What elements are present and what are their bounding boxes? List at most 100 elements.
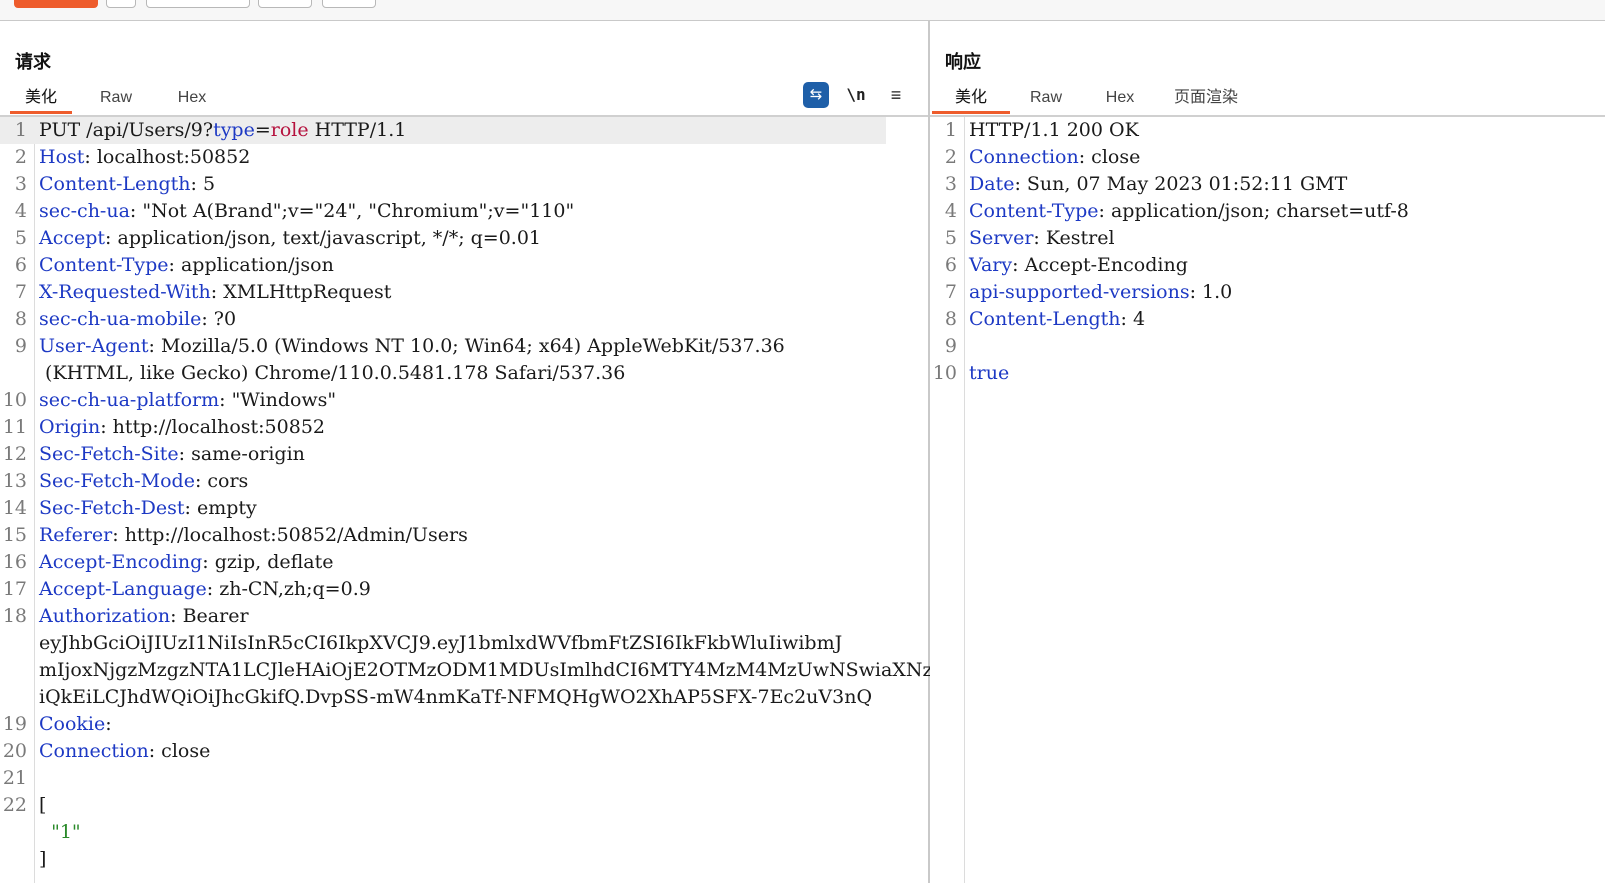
code-token: : http://localhost:50852/Admin/Users [112,524,468,546]
line-content: true [969,360,1009,387]
line-number: 5 [14,227,27,249]
line-number: 20 [2,740,27,762]
line-number: 15 [2,524,27,546]
code-line: 21 [0,765,928,792]
tab-render[interactable]: 页面渲染 [1166,83,1246,113]
line-content: Connection: close [39,738,210,765]
code-line: (KHTML, like Gecko) Chrome/110.0.5481.17… [0,360,928,387]
header-name: Referer [39,524,113,546]
line-number: 21 [2,767,27,789]
header-name: Server [969,227,1034,249]
code-token: : close [1078,146,1141,168]
code-token: : 1.0 [1189,281,1233,303]
line-number: 10 [932,362,957,384]
line-content: Vary: Accept-Encoding [969,252,1188,279]
code-line: 2 Connection: close [930,144,1605,171]
toolbar-button[interactable] [146,0,250,8]
code-token: (KHTML, like Gecko) Chrome/110.0.5481.17… [39,362,626,384]
code-line: "1" [0,819,928,846]
header-name: Content-Length [969,308,1121,330]
line-number: 11 [2,416,27,438]
line-number: 10 [2,389,27,411]
request-editor[interactable]: 1 PUT /api/Users/9?type=role HTTP/1.1 2 Hos… [0,117,957,883]
tab-raw[interactable]: Raw [1018,83,1074,113]
header-name: Sec-Fetch-Site [39,443,179,465]
settings-button[interactable] [106,0,136,8]
code-token: : http://localhost:50852 [100,416,325,438]
code-token: : 5 [190,173,216,195]
code-line: 5 Accept: application/json, text/javascri… [0,225,928,252]
header-name: Connection [39,740,149,762]
code-line: 9 User-Agent: Mozilla/5.0 (Windows NT 10.… [0,333,928,360]
line-number: 14 [2,497,27,519]
code-line: 7 X-Requested-With: XMLHttpRequest [0,279,928,306]
newline-icon[interactable]: \n [843,82,869,108]
header-name: Accept [39,227,106,249]
code-line: 8 sec-ch-ua-mobile: ?0 [0,306,928,333]
send-button[interactable] [14,0,98,8]
code-line: 2 Host: localhost:50852 [0,144,928,171]
tab-hex[interactable]: Hex [1092,83,1148,113]
line-content: Content-Length: 4 [969,306,1145,333]
code-line: 14 Sec-Fetch-Dest: empty [0,495,928,522]
line-content: Origin: http://localhost:50852 [39,414,325,441]
code-line: 18 Authorization: Bearer [0,603,928,630]
header-name: sec-ch-ua [39,200,130,222]
line-content: mIjoxNjgzMzgzNTA1LCJleHAiOjE2OTMzODM1MDU… [39,657,957,684]
line-content: HTTP/1.1 200 OK [969,117,1139,144]
header-name: Vary [969,254,1013,276]
line-number: 1 [14,119,27,141]
code-token: : empty [184,497,257,519]
line-content: Sec-Fetch-Dest: empty [39,495,257,522]
code-token: : application/json, text/javascript, */*… [105,227,542,249]
code-token: : same-origin [178,443,305,465]
code-line: iQkEiLCJhdWQiOiJhcGkifQ.DvpSS-mW4nmKaTf-… [0,684,928,711]
line-content: PUT /api/Users/9?type=role HTTP/1.1 [39,117,406,144]
code-line: 17 Accept-Language: zh-CN,zh;q=0.9 [0,576,928,603]
code-line: 12 Sec-Fetch-Site: same-origin [0,441,928,468]
line-content: Content-Type: application/json [39,252,334,279]
code-line: eyJhbGciOiJIUzI1NiIsInR5cCI6IkpXVCJ9.eyJ… [0,630,928,657]
line-number: 2 [14,146,27,168]
code-token: : Mozilla/5.0 (Windows NT 10.0; Win64; x… [148,335,785,357]
response-tabs: 美化 Raw Hex 页面渲染 [930,83,1605,117]
code-line: 4 sec-ch-ua: "Not A(Brand";v="24", "Chrom… [0,198,928,225]
line-number: 9 [944,335,957,357]
header-name: Content-Length [39,173,191,195]
line-number: 4 [944,200,957,222]
code-token: : Kestrel [1033,227,1115,249]
code-token: role [270,119,309,141]
header-name: Sec-Fetch-Mode [39,470,195,492]
line-content: Authorization: Bearer [39,603,249,630]
menu-icon[interactable]: ≡ [883,82,909,108]
line-content: [ [39,792,46,819]
code-token: eyJhbGciOiJIUzI1NiIsInR5cCI6IkpXVCJ9.eyJ… [39,632,843,654]
header-name: Cookie [39,713,106,735]
request-panel: 请求 美化 Raw Hex ⇆ \n ≡ 1 PUT /api/Users/9?t… [0,21,957,883]
line-content: eyJhbGciOiJIUzI1NiIsInR5cCI6IkpXVCJ9.eyJ… [39,630,842,657]
code-token: : cors [194,470,249,492]
back-button[interactable] [258,0,312,8]
code-token: [ [39,794,47,816]
line-content: Sec-Fetch-Mode: cors [39,468,248,495]
tab-hex[interactable]: Hex [164,83,220,113]
word-wrap-icon[interactable]: ⇆ [803,82,829,108]
code-line: mIjoxNjgzMzgzNTA1LCJleHAiOjE2OTMzODM1MDU… [0,657,957,684]
header-name: api-supported-versions [969,281,1190,303]
code-line: 11 Origin: http://localhost:50852 [0,414,928,441]
header-name: Connection [969,146,1079,168]
response-title: 响应 [945,52,981,72]
response-lines: 1 HTTP/1.1 200 OK 2 Connection: close 3 Date:… [930,117,1605,387]
response-editor[interactable]: 1 HTTP/1.1 200 OK 2 Connection: close 3 Date:… [930,117,1605,883]
header-name: sec-ch-ua-platform [39,389,220,411]
line-content: sec-ch-ua-platform: "Windows" [39,387,336,414]
code-line: 19 Cookie: [0,711,928,738]
header-name: Content-Type [969,200,1099,222]
forward-button[interactable] [322,0,376,8]
code-token: : application/json; charset=utf-8 [1098,200,1409,222]
code-token: : application/json [168,254,334,276]
tab-raw[interactable]: Raw [88,83,144,113]
line-content: Content-Length: 5 [39,171,215,198]
tab-pretty[interactable]: 美化 [10,83,72,114]
tab-pretty[interactable]: 美化 [932,83,1010,114]
